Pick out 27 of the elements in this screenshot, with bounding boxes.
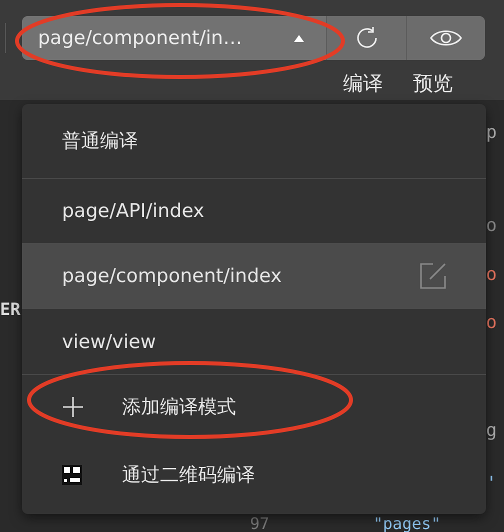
code-text: o <box>486 312 498 336</box>
toolbar-label: 预览 <box>413 70 453 97</box>
code-text: ' <box>486 473 498 496</box>
menu-item[interactable]: 通过二维码编译 <box>22 439 486 511</box>
edit-icon[interactable] <box>420 263 446 289</box>
line-number: 97 <box>250 516 270 532</box>
menu-item[interactable]: view/view <box>22 309 486 374</box>
menu-item[interactable]: 添加编译模式 <box>22 375 486 439</box>
menu-item-label: 添加编译模式 <box>122 395 236 420</box>
menu-item-label: 普通编译 <box>62 129 138 154</box>
panel-heading: ER <box>0 300 22 320</box>
code-text: o <box>486 264 498 287</box>
menu-item[interactable]: page/component/index <box>22 243 486 309</box>
caret-icon <box>294 34 304 42</box>
toolbar-label: 编译 <box>343 70 383 97</box>
code-text: p <box>486 122 498 145</box>
code-text: o <box>486 214 498 238</box>
plus-icon <box>62 396 84 418</box>
menu-item-label: 通过二维码编译 <box>122 463 255 488</box>
menu-item-label: page/API/index <box>62 200 204 222</box>
menu-item-label: page/component/index <box>62 265 282 287</box>
code-text: g <box>486 420 498 443</box>
menu-item[interactable]: 普通编译 <box>22 104 486 178</box>
compile-mode-dropdown[interactable]: page/component/in… <box>22 16 327 60</box>
menu-item-label: view/view <box>62 330 156 352</box>
menu-item[interactable]: page/API/index <box>22 179 486 243</box>
qr-code-icon <box>62 465 82 485</box>
